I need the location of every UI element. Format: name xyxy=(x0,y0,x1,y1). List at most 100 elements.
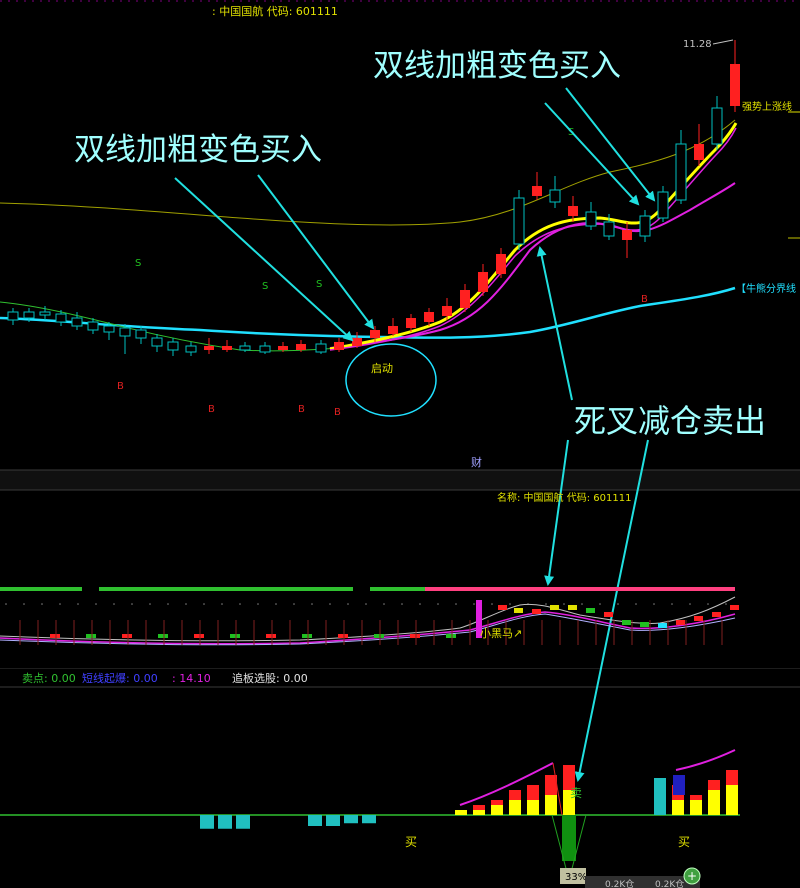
dot xyxy=(59,603,61,605)
dot xyxy=(131,603,133,605)
sell-bar xyxy=(236,815,250,829)
callout-buy-2: 双线加粗变色买入 xyxy=(373,48,621,84)
candlestick xyxy=(167,338,179,356)
dot xyxy=(239,603,241,605)
chart-canvas: : 中国国航 代码: 601111 启动 S S S S B B B B B 1… xyxy=(0,0,800,888)
candlestick xyxy=(119,324,131,354)
candlestick xyxy=(315,340,327,354)
buy-bar-red xyxy=(473,805,485,810)
indicator-square xyxy=(550,605,559,610)
dot xyxy=(437,603,439,605)
sell-bar xyxy=(308,815,322,826)
buy-bar-yellow xyxy=(690,800,702,815)
candlestick xyxy=(239,342,251,352)
bull-bear-label: 【牛熊分界线 xyxy=(736,282,796,295)
buy-bar-yellow xyxy=(708,790,720,815)
candlestick xyxy=(496,248,506,278)
start-circle xyxy=(345,343,437,417)
candlestick xyxy=(185,342,197,356)
indicator-square xyxy=(446,634,456,638)
candlestick xyxy=(585,202,597,230)
indicator-square xyxy=(532,609,541,614)
buy-label: 买 xyxy=(405,835,417,849)
candlestick xyxy=(622,222,632,258)
buy-bar-red xyxy=(527,785,539,800)
arrow-buy1-b xyxy=(257,174,375,330)
add-icon-glyph: + xyxy=(687,869,697,883)
indicator-square xyxy=(266,634,276,638)
dot xyxy=(599,603,601,605)
b-marker: B xyxy=(298,404,305,415)
cyan-bar xyxy=(654,778,666,815)
dot xyxy=(725,603,727,605)
indicator-square xyxy=(622,620,631,625)
dot-row xyxy=(5,603,727,605)
s-marker: S xyxy=(316,279,322,290)
buy-bar-red xyxy=(690,795,702,800)
dot xyxy=(185,603,187,605)
status-chase-pick: 追板选股: 0.00 xyxy=(232,671,308,685)
dot xyxy=(653,603,655,605)
candlestick xyxy=(513,190,525,250)
indicator-square xyxy=(338,634,348,638)
dot xyxy=(257,603,259,605)
dot xyxy=(347,603,349,605)
sell-bar xyxy=(200,815,214,829)
high-price-label: 11.28 xyxy=(683,39,712,50)
dot xyxy=(167,603,169,605)
candlestick xyxy=(388,318,398,336)
dot xyxy=(95,603,97,605)
buy-bar-yellow xyxy=(509,800,521,815)
dot xyxy=(689,603,691,605)
caifu-label: 财 xyxy=(471,455,482,469)
buy-bar-yellow xyxy=(527,800,539,815)
indicator-square xyxy=(730,605,739,610)
signal-line-magenta xyxy=(459,762,554,806)
dot xyxy=(455,603,457,605)
candlestick xyxy=(730,40,740,112)
buy-bar-yellow xyxy=(473,810,485,815)
candlestick xyxy=(222,340,232,352)
dot xyxy=(545,603,547,605)
panel2-header: 名称: 中国国航 代码: 601111 xyxy=(497,491,631,504)
indicator-square xyxy=(514,608,523,613)
indicator-square xyxy=(50,634,60,638)
signal-bars xyxy=(200,765,738,829)
buy-bar-red xyxy=(509,790,521,800)
dot xyxy=(563,603,565,605)
dot xyxy=(509,603,511,605)
dot xyxy=(707,603,709,605)
dark-horse-label: 小黑马↗ xyxy=(480,627,522,640)
buy-bar-red xyxy=(708,780,720,790)
dot xyxy=(221,603,223,605)
sell-bar xyxy=(218,815,232,829)
indicator-square xyxy=(410,634,420,638)
candlestick xyxy=(657,186,669,222)
candlestick xyxy=(7,308,19,325)
dot xyxy=(293,603,295,605)
panel-separator-1 xyxy=(0,470,800,490)
indicator-square xyxy=(194,634,204,638)
indicator-square xyxy=(712,612,721,617)
ma-yellow xyxy=(329,122,738,351)
indicator-square xyxy=(302,634,312,638)
candlestick xyxy=(151,334,163,352)
indicator-square xyxy=(586,608,595,613)
indicator-square xyxy=(230,634,240,638)
dot xyxy=(491,603,493,605)
candlestick xyxy=(694,124,704,166)
callout-buy-1: 双线加粗变色买入 xyxy=(74,132,322,168)
signal-line-magenta xyxy=(675,749,736,771)
high-price-pointer xyxy=(712,39,734,45)
buy-bar-yellow xyxy=(455,810,467,815)
candlestick xyxy=(204,338,214,354)
dot xyxy=(329,603,331,605)
s-marker: S xyxy=(135,258,141,269)
candlestick xyxy=(478,264,488,296)
indicator-square xyxy=(568,605,577,610)
dot xyxy=(5,603,7,605)
indicator-square xyxy=(604,612,613,617)
indicator-square xyxy=(122,634,132,638)
dot xyxy=(617,603,619,605)
indicator-square xyxy=(86,634,96,638)
